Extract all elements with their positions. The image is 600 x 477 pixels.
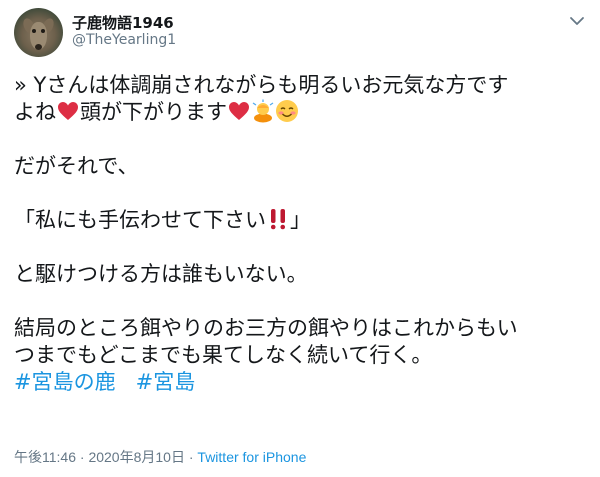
chevron-down-icon[interactable]: [568, 12, 586, 30]
tweet-line-text: » Yさんは体調崩されながらも明るいお元気な方です: [14, 73, 509, 97]
tweet-line-text: 結局のところ餌やりのお三方の餌やりはこれからもい: [14, 316, 518, 340]
tweet-line-text: と駆けつける方は誰もいない。: [14, 262, 308, 286]
person-bowing-emoji: [252, 99, 274, 123]
tweet-line-text: 「私にも手伝わせて下さい: [14, 208, 266, 232]
tweet-line-text: 」: [290, 208, 311, 232]
tweet-line-text: つまでもどこまでも果てしなく続いて行く。: [14, 343, 433, 367]
smiling-face-emoji: [276, 100, 298, 122]
tweet-line-text: だがそれで、: [14, 154, 139, 178]
tweet-line: だがそれで、: [14, 153, 586, 180]
author-handle[interactable]: @TheYearling1: [72, 32, 176, 48]
tweet-line-text: よね: [14, 100, 56, 124]
hashtag-line: #宮島の鹿 #宮島: [14, 369, 586, 396]
red-heart-emoji: [58, 102, 78, 120]
hashtag-miyajima[interactable]: #宮島: [136, 370, 196, 394]
tweet-line: つまでもどこまでも果てしなく続いて行く。: [14, 342, 586, 369]
separator: ·: [184, 449, 198, 465]
hashtag-miyajima-deer[interactable]: #宮島の鹿: [14, 370, 116, 394]
tweet-line: よね 頭が下がります: [14, 99, 586, 126]
tweet-metadata: 午後11:46 · 2020年8月10日 · Twitter for iPhon…: [14, 447, 306, 467]
avatar[interactable]: [14, 8, 63, 57]
tweet-date[interactable]: 2020年8月10日: [88, 449, 185, 465]
red-heart-emoji: [229, 102, 249, 120]
tweet-line: 結局のところ餌やりのお三方の餌やりはこれからもい: [14, 315, 586, 342]
author-display-name[interactable]: 子鹿物語1946: [72, 12, 174, 33]
tweet-line: » Yさんは体調崩されながらも明るいお元気な方です: [14, 72, 586, 99]
tweet-source-link[interactable]: Twitter for iPhone: [197, 449, 306, 465]
tweet-time[interactable]: 午後11:46: [14, 449, 76, 465]
tweet-line-text: 頭が下がります: [80, 100, 227, 124]
separator: ·: [76, 449, 89, 465]
tweet-text: » Yさんは体調崩されながらも明るいお元気な方です よね 頭が下がります だがそれ…: [14, 72, 586, 396]
tweet-line: と駆けつける方は誰もいない。: [14, 261, 586, 288]
double-exclamation-emoji: [270, 209, 286, 230]
tweet-line: 「私にも手伝わせて下さい」: [14, 207, 586, 234]
